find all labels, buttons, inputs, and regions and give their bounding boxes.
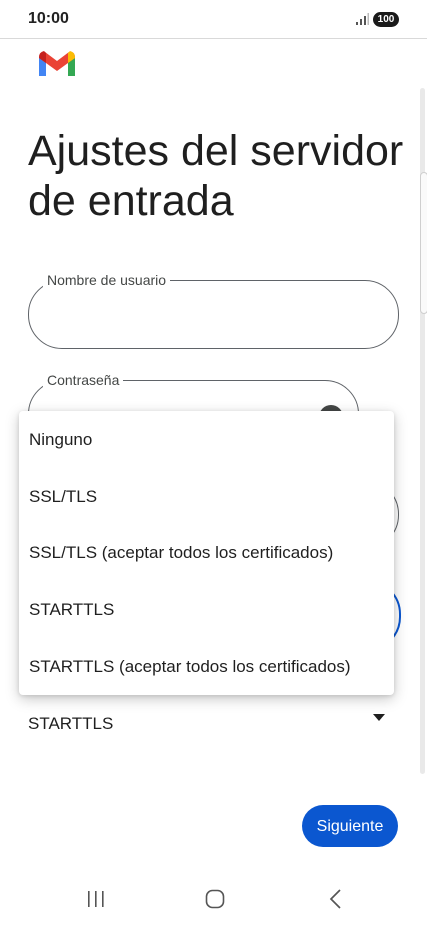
username-label: Nombre de usuario: [43, 271, 171, 289]
status-bar: 10:00 100: [0, 0, 427, 39]
home-icon[interactable]: [205, 889, 225, 909]
security-type-select[interactable]: STARTTLS: [0, 700, 416, 736]
username-input[interactable]: [49, 299, 378, 331]
security-type-value: STARTTLS: [28, 714, 114, 733]
gmail-logo: [39, 51, 75, 76]
menu-item-starttls[interactable]: STARTTLS: [19, 581, 394, 638]
menu-item-ninguno[interactable]: Ninguno: [19, 411, 394, 468]
scrollbar-thumb[interactable]: [420, 172, 427, 314]
menu-item-ssl-tls[interactable]: SSL/TLS: [19, 468, 394, 525]
dropdown-caret-icon: [373, 714, 385, 721]
back-icon[interactable]: [327, 888, 343, 910]
username-field[interactable]: Nombre de usuario: [28, 271, 399, 349]
menu-item-ssl-tls-accept-all[interactable]: SSL/TLS (aceptar todos los certificados): [19, 524, 394, 581]
screen: 10:00 100 Ajustes del servidor de entrad…: [0, 0, 427, 926]
password-label: Contraseña: [43, 371, 124, 389]
security-dropdown-menu: Ninguno SSL/TLS SSL/TLS (aceptar todos l…: [19, 411, 394, 695]
status-time: 10:00: [28, 10, 69, 27]
battery-icon: 100: [373, 12, 399, 27]
recents-icon[interactable]: [86, 890, 106, 908]
signal-icon: [356, 13, 369, 25]
page-title: Ajustes del servidor de entrada: [28, 127, 404, 225]
menu-item-starttls-accept-all[interactable]: STARTTLS (aceptar todos los certificados…: [19, 638, 394, 695]
next-button[interactable]: Siguiente: [302, 805, 398, 847]
